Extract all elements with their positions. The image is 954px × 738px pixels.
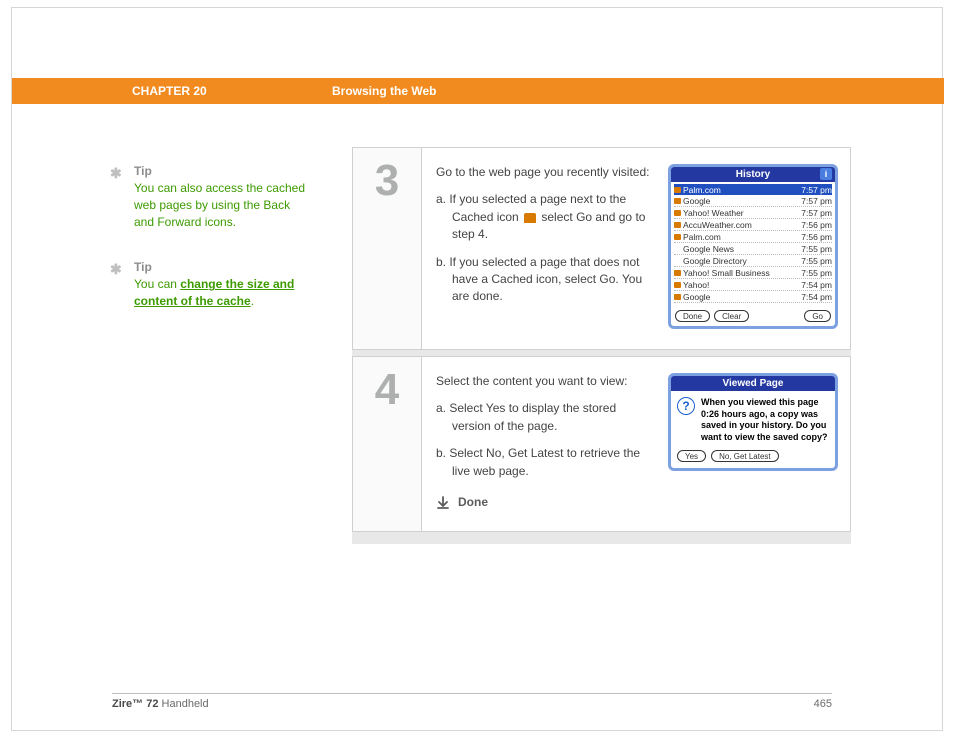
- history-site: Yahoo! Small Business: [683, 268, 770, 278]
- history-site: Google News: [683, 244, 734, 254]
- cached-icon: [674, 234, 681, 240]
- cached-icon: [674, 198, 681, 204]
- product-bold: Zire™ 72: [112, 698, 158, 710]
- step-sub-a: a. Select Yes to display the stored vers…: [436, 400, 656, 435]
- history-time: 7:56 pm: [801, 220, 832, 230]
- history-site: Palm.com: [683, 232, 721, 242]
- tip-body: You can also access the cached web pages…: [134, 180, 310, 230]
- step-row: 4 Select the content you want to view: a…: [352, 356, 851, 532]
- palm-dialog: History i Palm.com7:57 pmGoogle7:57 pmYa…: [668, 164, 838, 329]
- page-footer: Zire™ 72 Handheld 465: [112, 693, 832, 710]
- info-icon[interactable]: i: [820, 168, 832, 180]
- history-time: 7:54 pm: [801, 280, 832, 290]
- step-text: Select the content you want to view: a. …: [436, 373, 656, 511]
- main-steps: 3 Go to the web page you recently visite…: [352, 147, 851, 544]
- history-time: 7:57 pm: [801, 208, 832, 218]
- chapter-header: CHAPTER 20 Browsing the Web: [12, 78, 944, 104]
- step-sub-b: b. Select No, Get Latest to retrieve the…: [436, 445, 656, 480]
- tip-label: Tip: [134, 260, 310, 274]
- cached-icon: [674, 187, 681, 193]
- history-time: 7:57 pm: [801, 185, 832, 195]
- history-site: Google: [683, 292, 710, 302]
- dialog-button-row: Yes No, Get Latest: [671, 448, 835, 468]
- step-body: Select the content you want to view: a. …: [422, 356, 851, 532]
- history-site: Yahoo!: [683, 280, 709, 290]
- dialog-message: When you viewed this page 0:26 hours ago…: [701, 397, 829, 444]
- history-row[interactable]: Palm.com 7:56 pm: [674, 231, 832, 243]
- dialog-title-text: Viewed Page: [723, 378, 784, 389]
- asterisk-icon: ✱: [110, 165, 122, 182]
- history-site: AccuWeather.com: [683, 220, 752, 230]
- go-button[interactable]: Go: [804, 310, 831, 322]
- chapter-label: CHAPTER 20: [132, 84, 332, 98]
- product-name: Zire™ 72 Handheld: [112, 698, 209, 710]
- dialog-button-row: Done Clear Go: [671, 307, 835, 326]
- tip-block: ✱ Tip You can also access the cached web…: [110, 164, 310, 230]
- history-time: 7:55 pm: [801, 244, 832, 254]
- page-frame: CHAPTER 20 Browsing the Web ✱ Tip You ca…: [11, 7, 943, 731]
- history-site: Yahoo! Weather: [683, 208, 744, 218]
- history-row[interactable]: Yahoo! Weather 7:57 pm: [674, 207, 832, 219]
- tip-body: You can change the size and content of t…: [134, 276, 310, 310]
- step-text: Go to the web page you recently visited:…: [436, 164, 656, 329]
- history-time: 7:55 pm: [801, 268, 832, 278]
- tip-text: You can: [134, 277, 180, 291]
- cached-icon: [674, 282, 681, 288]
- history-time: 7:54 pm: [801, 292, 832, 302]
- history-row[interactable]: Palm.com 7:57 pm: [674, 184, 832, 195]
- done-indicator: Done: [436, 494, 656, 511]
- history-site: Google: [683, 196, 710, 206]
- history-row[interactable]: Yahoo! Small Business 7:55 pm: [674, 267, 832, 279]
- cached-icon: [674, 258, 681, 264]
- chapter-title: Browsing the Web: [332, 84, 436, 98]
- cached-icon: [674, 222, 681, 228]
- dialog-title-text: History: [736, 169, 770, 180]
- history-list: Palm.com7:57 pmGoogle7:57 pmYahoo! Weath…: [671, 182, 835, 307]
- yes-button[interactable]: Yes: [677, 450, 706, 462]
- history-row[interactable]: Google News 7:55 pm: [674, 243, 832, 255]
- history-time: 7:57 pm: [801, 196, 832, 206]
- step-intro: Select the content you want to view:: [436, 373, 656, 390]
- question-icon: ?: [677, 397, 695, 415]
- clear-button[interactable]: Clear: [714, 310, 749, 322]
- download-arrow-icon: [436, 496, 450, 510]
- done-button[interactable]: Done: [675, 310, 710, 322]
- dialog-title: History i: [671, 167, 835, 182]
- cached-icon: [524, 213, 536, 223]
- page-number: 465: [814, 698, 832, 710]
- dialog-title: Viewed Page: [671, 376, 835, 391]
- cached-icon: [674, 210, 681, 216]
- cached-icon: [674, 246, 681, 252]
- history-row[interactable]: Google 7:54 pm: [674, 291, 832, 303]
- no-get-latest-button[interactable]: No, Get Latest: [711, 450, 779, 462]
- tip-label: Tip: [134, 164, 310, 178]
- asterisk-icon: ✱: [110, 261, 122, 278]
- cached-icon: [674, 294, 681, 300]
- history-row[interactable]: Google 7:57 pm: [674, 195, 832, 207]
- history-site: Google Directory: [683, 256, 747, 266]
- step-sub-b: b. If you selected a page that does not …: [436, 254, 656, 306]
- history-row[interactable]: Yahoo! 7:54 pm: [674, 279, 832, 291]
- history-site: Palm.com: [683, 185, 721, 195]
- step-number: 4: [352, 356, 422, 532]
- step-intro: Go to the web page you recently visited:: [436, 164, 656, 181]
- step-body: Go to the web page you recently visited:…: [422, 147, 851, 350]
- dialog-body: ? When you viewed this page 0:26 hours a…: [671, 391, 835, 448]
- history-time: 7:56 pm: [801, 232, 832, 242]
- done-label: Done: [458, 494, 488, 511]
- sidebar-tips: ✱ Tip You can also access the cached web…: [110, 164, 310, 340]
- step-sub-a: a. If you selected a page next to the Ca…: [436, 191, 656, 243]
- tip-text: .: [251, 294, 254, 308]
- step-number: 3: [352, 147, 422, 350]
- cached-icon: [674, 270, 681, 276]
- screenshot-viewed: Viewed Page ? When you viewed this page …: [668, 373, 838, 511]
- history-time: 7:55 pm: [801, 256, 832, 266]
- history-row[interactable]: Google Directory 7:55 pm: [674, 255, 832, 267]
- history-row[interactable]: AccuWeather.com 7:56 pm: [674, 219, 832, 231]
- step-row: 3 Go to the web page you recently visite…: [352, 147, 851, 350]
- tip-block: ✱ Tip You can change the size and conten…: [110, 260, 310, 310]
- palm-dialog: Viewed Page ? When you viewed this page …: [668, 373, 838, 471]
- product-rest: Handheld: [158, 698, 208, 710]
- screenshot-history: History i Palm.com7:57 pmGoogle7:57 pmYa…: [668, 164, 838, 329]
